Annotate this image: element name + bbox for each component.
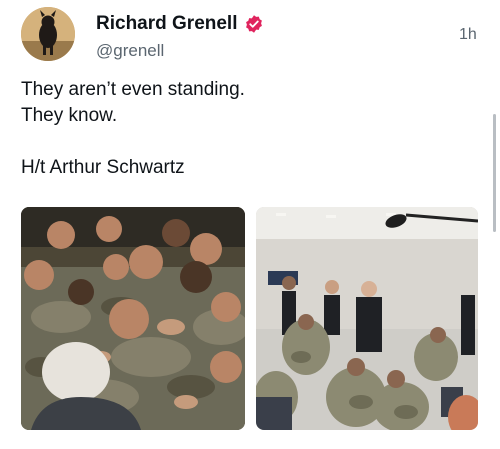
timestamp[interactable]: 1h — [459, 26, 477, 44]
author-handle[interactable]: @grenell — [96, 41, 164, 61]
avatar[interactable] — [21, 7, 75, 61]
display-name[interactable]: Richard Grenell — [96, 13, 238, 35]
photo-troops-seated[interactable] — [256, 207, 478, 430]
tweet-text: They aren’t even standing. They know. H/… — [21, 77, 461, 181]
avatar-image — [21, 7, 75, 61]
author-row: Richard Grenell — [96, 13, 264, 35]
line-break — [21, 129, 461, 155]
scrollbar[interactable] — [493, 114, 496, 232]
tweet-line-1: They aren’t even standing. — [21, 79, 245, 100]
photo-icon — [256, 207, 478, 430]
photo-troops-crowd[interactable] — [21, 207, 245, 430]
tweet-line-2: They know. — [21, 105, 118, 126]
photo-icon — [21, 207, 245, 430]
verified-badge-icon — [244, 14, 264, 34]
tweet-line-4: H/t Arthur Schwartz — [21, 157, 185, 178]
